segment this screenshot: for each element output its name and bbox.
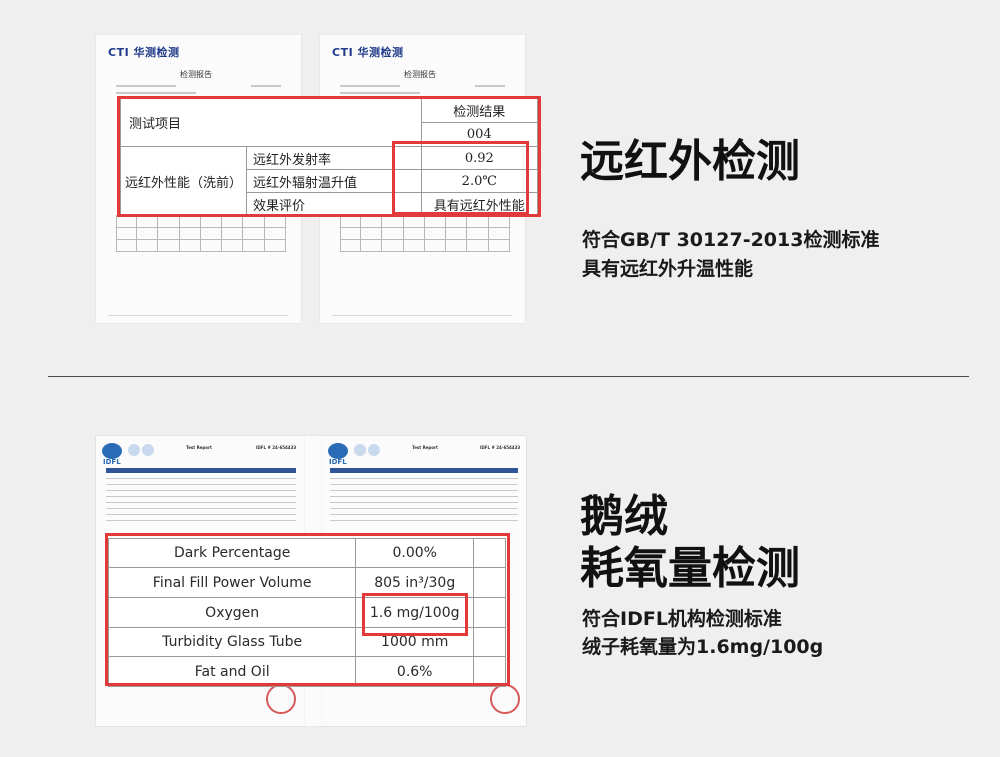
report-title: 检测报告 (180, 70, 212, 79)
far-infrared-desc-2: 具有远红外升温性能 (582, 258, 754, 280)
down-desc-1: 符合IDFL机构检测标准 (582, 608, 782, 630)
cti-logo: CTI 华测检测 (332, 46, 404, 59)
summary-bar (106, 468, 296, 473)
row-label: Fat and Oil (107, 656, 357, 687)
svg-text:IDFL: IDFL (329, 458, 347, 466)
category-cell: 远红外性能（洗前） (120, 146, 247, 216)
row-label: Turbidity Glass Tube (107, 627, 357, 657)
report-data-table (340, 215, 511, 252)
row-value: 1.6 mg/100g (355, 597, 475, 628)
row-label: 远红外辐射温升值 (246, 169, 422, 193)
row-value: 0.00% (355, 538, 475, 568)
report-title: 检测报告 (404, 70, 436, 79)
row-value: 1000 mm (355, 627, 475, 657)
row-label: 效果评价 (246, 192, 422, 216)
far-infrared-callout-table: 测试项目 检测结果 004 远红外性能（洗前） 远红外发射率 0.92 远红外辐… (120, 98, 539, 216)
idfl-report-number: IDFL # 24-654433 (480, 445, 521, 450)
idfl-report-number: IDFL # 24-654433 (256, 445, 297, 450)
cti-logo: CTI 华测检测 (108, 46, 180, 59)
idfl-report-title: Test Report (186, 445, 212, 450)
summary-bar (330, 468, 518, 473)
report-data-table (116, 215, 287, 252)
sample-number: 004 (420, 122, 539, 147)
far-infrared-desc-1: 符合GB/T 30127-2013检测标准 (582, 229, 880, 251)
inspection-seal (490, 684, 520, 714)
section-divider (48, 376, 969, 377)
row-label: 远红外发射率 (246, 146, 422, 170)
row-label: Dark Percentage (107, 538, 357, 568)
idfl-report-title: Test Report (412, 445, 438, 450)
row-value: 0.92 (420, 146, 539, 170)
down-headline-line-2: 耗氧量检测 (580, 543, 800, 594)
inspection-seal (266, 684, 296, 714)
result-header: 检测结果 (420, 98, 539, 123)
row-value: 0.6% (355, 656, 475, 687)
down-desc-2: 绒子耗氧量为1.6mg/100g (582, 636, 824, 658)
row-value: 具有远红外性能 (420, 192, 539, 216)
row-value: 805 in³/30g (355, 567, 475, 598)
far-infrared-headline: 远红外检测 (580, 136, 800, 187)
row-label: Final Fill Power Volume (107, 567, 357, 598)
down-test-callout-table: Dark Percentage 0.00% Final Fill Power V… (107, 538, 506, 687)
svg-text:IDFL: IDFL (103, 458, 121, 466)
item-header: 测试项目 (120, 98, 422, 147)
row-value: 2.0℃ (420, 169, 539, 193)
row-label: Oxygen (107, 597, 357, 628)
